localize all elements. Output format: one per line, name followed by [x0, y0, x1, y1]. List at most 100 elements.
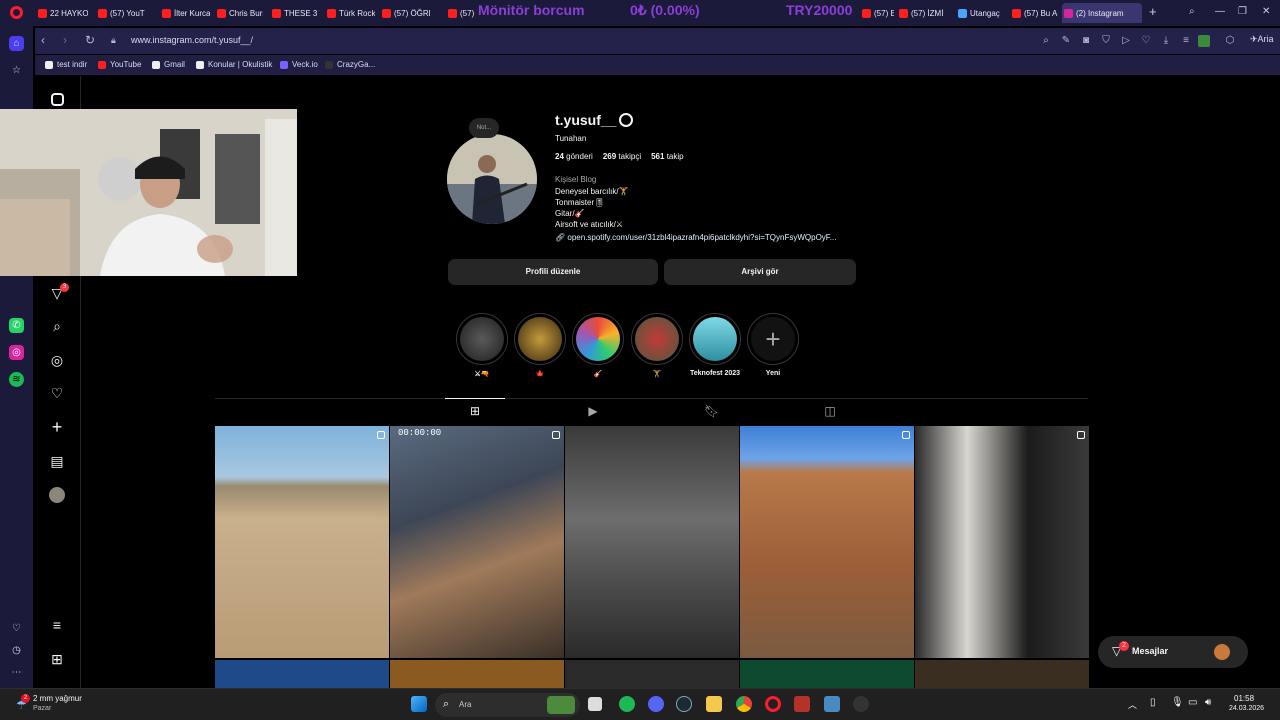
reels-tab[interactable]: ▶ — [586, 404, 600, 418]
browser-tab[interactable]: (57) Bu A — [1010, 3, 1058, 23]
clock-time[interactable]: 01:58 — [1234, 694, 1254, 703]
volume-icon[interactable]: 🔊︎ — [1205, 697, 1211, 708]
heart-icon[interactable]: ♡ — [1140, 35, 1152, 47]
browser-tab[interactable]: Utangaç — [956, 3, 1006, 23]
battery-icon[interactable]: ▯ — [1150, 697, 1156, 708]
browser-tab[interactable]: THESE 3 V — [270, 3, 320, 23]
cube-icon[interactable]: ⬡ — [1224, 35, 1236, 47]
opera-menu-icon[interactable] — [10, 6, 23, 19]
file-explorer-icon[interactable] — [706, 696, 722, 712]
post-thumbnail[interactable] — [565, 426, 739, 658]
reload-icon[interactable]: ↻ — [85, 33, 95, 47]
browser-tab[interactable]: Türk Rock — [325, 3, 375, 23]
minimize-icon[interactable]: — — [1215, 6, 1225, 17]
profile-avatar[interactable] — [447, 134, 537, 224]
steam-icon[interactable] — [676, 696, 692, 712]
tray-chevron-icon[interactable]: ︿ — [1128, 698, 1137, 711]
heart-icon[interactable]: ♡ — [49, 385, 65, 401]
search-icon[interactable]: ⌕ — [49, 318, 65, 334]
bookmark-item[interactable]: Gmail — [152, 60, 185, 69]
browser-tab[interactable]: (57) İZMİ — [897, 3, 943, 23]
post-thumbnail[interactable] — [740, 426, 914, 658]
spotify-icon[interactable] — [619, 696, 635, 712]
star-icon[interactable]: ☆ — [9, 63, 24, 78]
menu-icon[interactable]: ≡ — [1180, 35, 1192, 47]
profile-avatar[interactable] — [49, 487, 65, 503]
story-highlight[interactable] — [456, 313, 508, 365]
spotify-icon[interactable]: ≋ — [9, 372, 24, 387]
browser-tab-active[interactable]: (2) Instagram — [1062, 3, 1142, 23]
post-thumbnail[interactable] — [740, 660, 914, 688]
aria-button[interactable]: ✈Aria — [1250, 34, 1274, 45]
history-icon[interactable]: ◷ — [9, 643, 24, 658]
discord-icon[interactable] — [648, 696, 664, 712]
browser-tab[interactable]: 22 HAYKO — [36, 3, 88, 23]
close-icon[interactable]: ✕ — [1262, 6, 1270, 17]
post-thumbnail[interactable] — [215, 660, 389, 688]
new-highlight-button[interactable]: + — [747, 313, 799, 365]
profile-note-bubble[interactable]: Not... — [469, 118, 499, 138]
maximize-icon[interactable]: ❐ — [1238, 6, 1247, 17]
messages-button[interactable]: ▽ 2 Mesajlar — [1098, 636, 1248, 668]
search-tabs-icon[interactable]: ⌕ — [1189, 6, 1195, 17]
explore-icon[interactable]: ◎ — [49, 352, 65, 368]
forward-icon[interactable]: › — [63, 33, 67, 47]
posts-grid-tab[interactable]: ⊞ — [468, 404, 482, 418]
microphone-icon[interactable]: 🎙︎ — [1171, 697, 1184, 708]
new-tab-icon[interactable]: + — [1149, 4, 1157, 19]
bookmark-item[interactable]: Veck.io — [280, 60, 318, 69]
download-icon[interactable]: ⤓ — [1160, 35, 1172, 47]
settings-icon[interactable] — [619, 113, 633, 127]
app-icon[interactable] — [824, 696, 840, 712]
post-thumbnail[interactable] — [390, 660, 564, 688]
apps-icon[interactable]: ⊞ — [49, 651, 65, 667]
extension-icon[interactable] — [1198, 35, 1210, 47]
profile-link[interactable]: 🔗︎ open.spotify.com/user/31zbl4ipazrafn4… — [555, 233, 836, 242]
taskbar-search[interactable]: ⌕ Ara — [435, 693, 580, 717]
post-thumbnail[interactable] — [565, 660, 739, 688]
edit-profile-button[interactable]: Profili düzenle — [448, 259, 658, 285]
url-field[interactable]: www.instagram.com/t.yusuf__/ — [131, 35, 253, 45]
post-thumbnail[interactable]: 00:00:00 — [390, 426, 564, 658]
story-highlight[interactable] — [631, 313, 683, 365]
browser-tab[interactable]: Chris Burn — [215, 3, 263, 23]
camera-icon[interactable]: ◙ — [1080, 35, 1092, 47]
play-icon[interactable]: ▷ — [1120, 35, 1132, 47]
more-menu-icon[interactable]: ≡ — [49, 617, 65, 633]
tagged-tab[interactable]: ◫ — [823, 404, 837, 418]
more-icon[interactable]: ⋯ — [9, 665, 24, 680]
view-archive-button[interactable]: Arşivi gör — [664, 259, 856, 285]
back-icon[interactable]: ‹ — [41, 33, 45, 47]
story-highlight[interactable] — [572, 313, 624, 365]
task-view-icon[interactable] — [588, 697, 602, 711]
browser-tab[interactable]: (57) — [446, 3, 476, 23]
post-thumbnail[interactable] — [915, 660, 1089, 688]
chrome-icon[interactable] — [736, 696, 752, 712]
app-icon[interactable] — [853, 696, 869, 712]
network-icon[interactable]: ▭ — [1188, 697, 1197, 708]
opera-taskbar-icon[interactable] — [765, 696, 781, 712]
create-icon[interactable]: + — [49, 418, 65, 436]
followers-stat[interactable]: 269 takipçi — [603, 152, 641, 161]
bookmark-item[interactable]: YouTube — [98, 60, 141, 69]
clock-date[interactable]: 24.03.2026 — [1229, 705, 1264, 712]
saved-tab[interactable]: 🔖︎ — [704, 404, 719, 418]
story-highlight[interactable] — [689, 313, 741, 365]
whatsapp-icon[interactable]: ✆ — [9, 318, 24, 333]
home-icon[interactable]: ⌂ — [9, 36, 24, 51]
bookmark-item[interactable]: test indir — [45, 60, 87, 69]
search-icon[interactable]: ⌕ — [1040, 35, 1052, 47]
bookmark-item[interactable]: CrazyGa... — [325, 60, 375, 69]
insights-icon[interactable]: ▤ — [49, 453, 65, 469]
edit-icon[interactable]: ✎ — [1060, 35, 1072, 47]
app-icon[interactable] — [794, 696, 810, 712]
post-thumbnail[interactable] — [915, 426, 1089, 658]
browser-tab[interactable]: İlter Kurca — [160, 3, 210, 23]
shield-icon[interactable]: ⛉ — [1100, 35, 1112, 47]
bookmark-item[interactable]: Konular | Okulistik — [196, 60, 272, 69]
browser-tab[interactable]: (57) ÖĞRE — [380, 3, 430, 23]
instagram-logo-icon[interactable] — [51, 93, 64, 106]
browser-tab[interactable]: (57) Eski S — [860, 3, 894, 23]
heart-icon[interactable]: ♡ — [9, 621, 24, 636]
windows-start-icon[interactable] — [411, 696, 427, 712]
